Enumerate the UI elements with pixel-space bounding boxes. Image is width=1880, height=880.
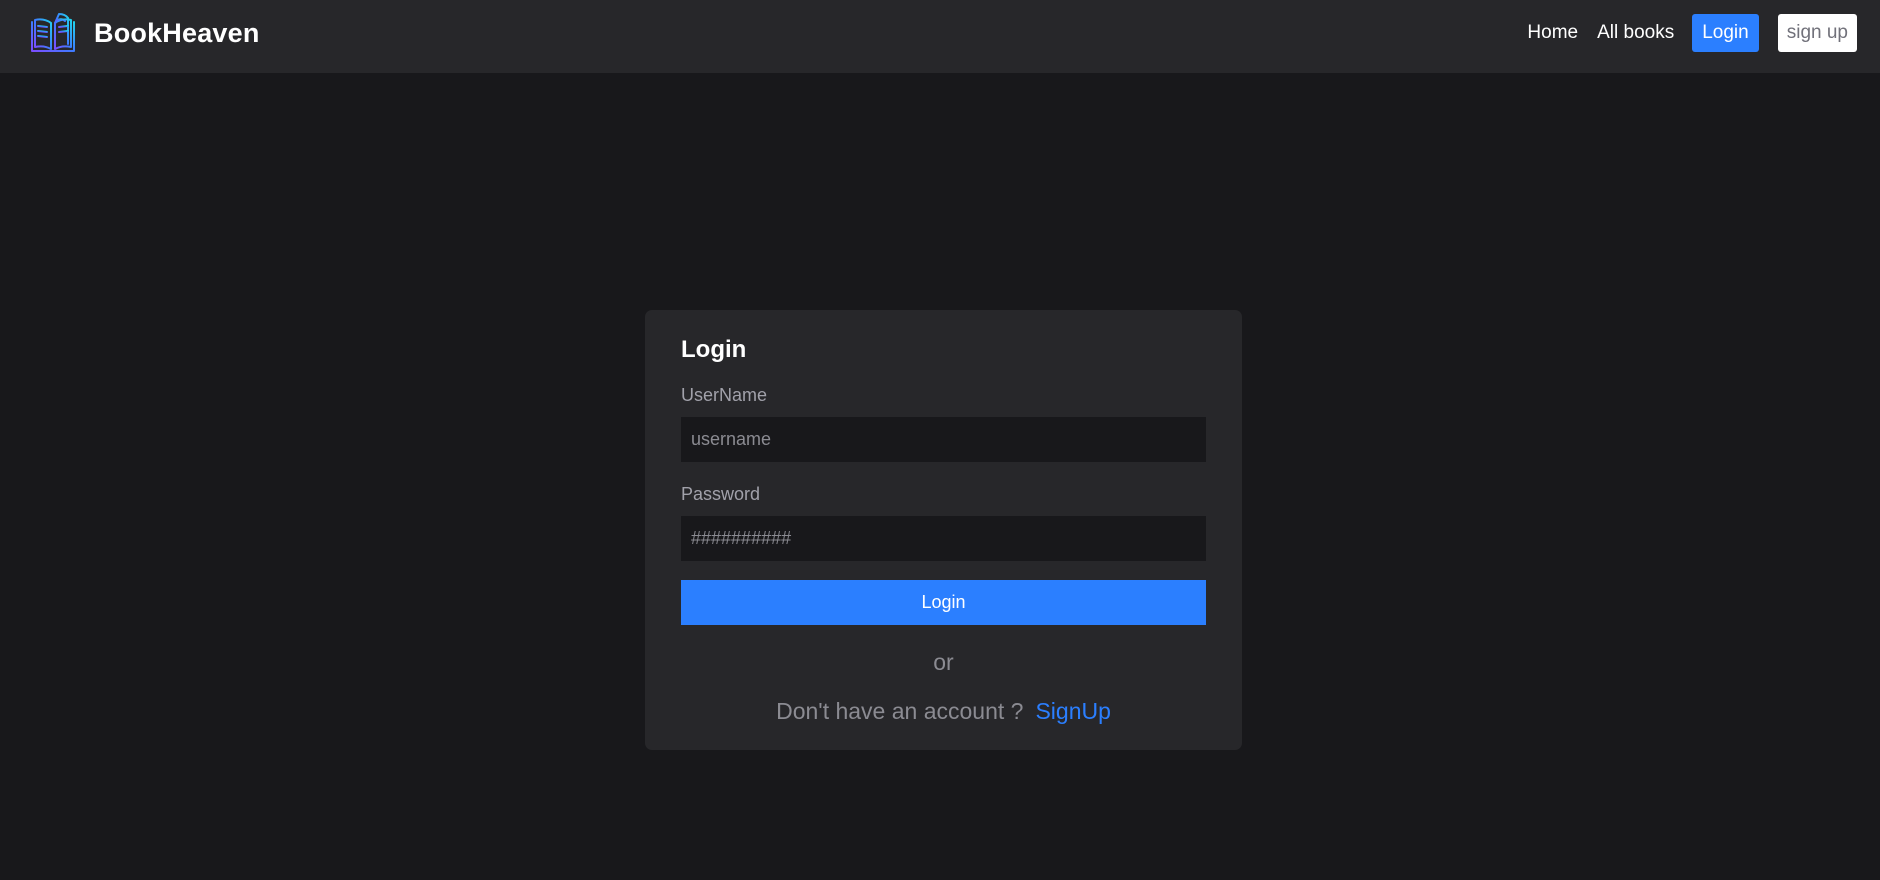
nav-link-all-books[interactable]: All books <box>1597 22 1674 44</box>
nav-signup-button[interactable]: sign up <box>1777 14 1857 52</box>
login-card: Login UserName Password Login or Don't h… <box>645 310 1242 750</box>
password-label: Password <box>681 484 761 504</box>
username-label: UserName <box>681 385 768 405</box>
brand[interactable]: BookHeaven <box>29 11 260 55</box>
login-submit-button[interactable]: Login <box>681 580 1206 625</box>
or-divider: or <box>933 649 954 675</box>
signup-link[interactable]: SignUp <box>1035 698 1110 724</box>
open-book-icon <box>31 13 75 52</box>
username-input[interactable] <box>681 417 1206 462</box>
password-input[interactable] <box>681 516 1206 561</box>
signup-prompt: Don't have an account ? <box>776 698 1024 724</box>
top-navbar: BookHeaven Home All books Login sign up <box>0 0 1880 73</box>
brand-name: BookHeaven <box>94 17 260 48</box>
nav-links: Home All books Login sign up <box>1527 14 1857 52</box>
login-title: Login <box>681 336 747 363</box>
nav-link-home[interactable]: Home <box>1527 22 1578 44</box>
nav-login-button[interactable]: Login <box>1692 14 1759 52</box>
signup-row: Don't have an account ? SignUp <box>681 696 1206 726</box>
